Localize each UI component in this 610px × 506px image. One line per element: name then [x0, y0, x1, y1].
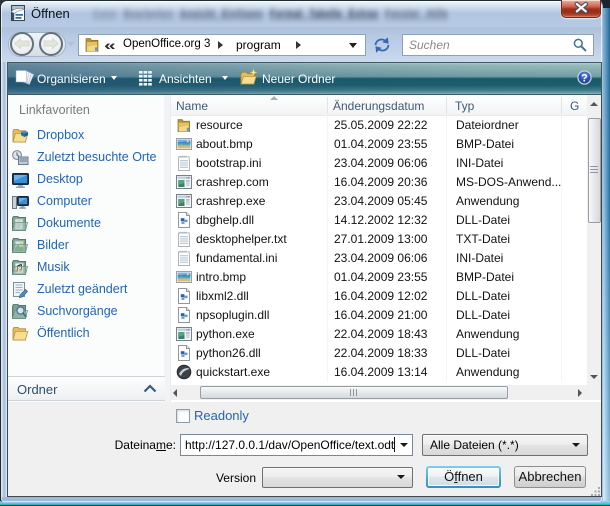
svg-text:?: ?: [581, 72, 588, 84]
